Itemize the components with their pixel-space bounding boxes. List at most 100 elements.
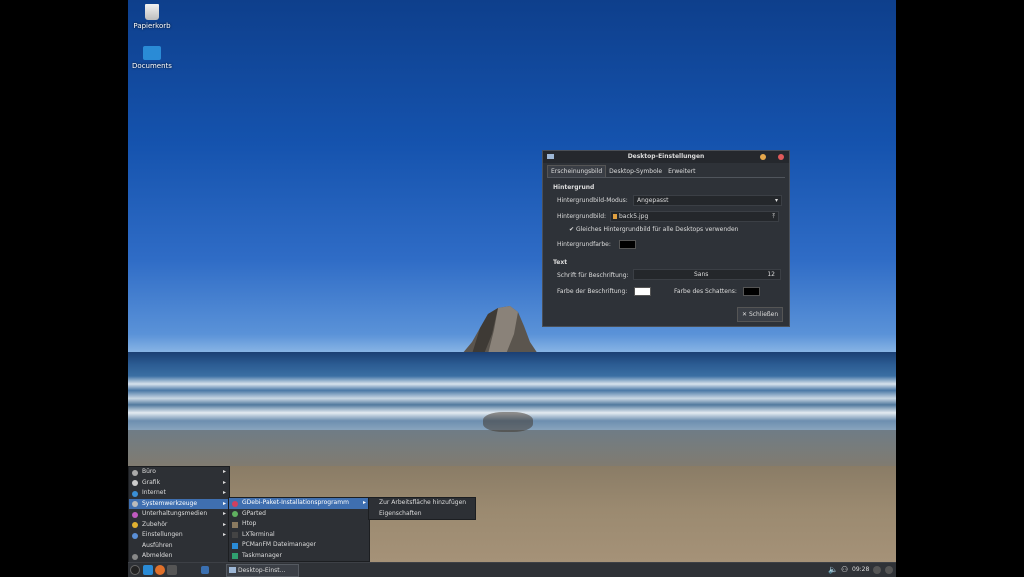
menu-item-label: PCManFM Dateimanager — [242, 541, 316, 548]
menu-item-gparted[interactable]: GParted — [229, 509, 369, 520]
accessories-icon — [132, 522, 138, 528]
chevron-right-icon: ▸ — [222, 520, 226, 528]
trash-icon — [145, 4, 159, 20]
taskbar: Desktop-Einst... 🔈 ⚇ 09:28 — [128, 562, 896, 577]
chevron-right-icon: ▸ — [222, 499, 226, 507]
close-button[interactable]: ✕ Schließen — [737, 307, 784, 322]
menu-item-label: Zubehör — [142, 520, 168, 528]
chevron-right-icon: ▸ — [222, 510, 226, 517]
upload-icon[interactable]: ⤒ — [772, 212, 775, 221]
logout-icon — [132, 553, 138, 560]
menu-item-accessories[interactable]: Zubehör ▸ — [129, 520, 229, 531]
desktop-icon-documents[interactable]: Documents — [128, 46, 182, 70]
dialog-tabs: Erscheinungsbild Desktop-Symbole Erweitert — [547, 165, 698, 177]
menu-item-lxterminal[interactable]: LXTerminal — [229, 530, 369, 541]
menu-item-logout[interactable]: Abmelden — [129, 551, 229, 562]
mode-dropdown[interactable]: Angepasst ▾ — [633, 195, 782, 206]
shadow-color-button[interactable] — [743, 287, 760, 296]
terminal-icon[interactable] — [167, 565, 177, 575]
sea-stack-rock — [462, 306, 538, 354]
bg-color-label: Hintergrundfarbe: — [557, 241, 611, 248]
settings-icon — [132, 532, 138, 539]
chevron-right-icon: ▸ — [222, 489, 226, 496]
shadow-color-label: Farbe des Schattens: — [674, 288, 737, 295]
chevron-right-icon: ▸ — [222, 531, 226, 538]
mode-label: Hintergrundbild-Modus: — [557, 197, 628, 204]
chevron-down-icon: ▾ — [774, 197, 778, 204]
menu-item-add-to-desktop[interactable]: Zur Arbeitsfläche hinzufügen — [369, 498, 475, 509]
menu-item-label: LXTerminal — [242, 530, 275, 538]
chevron-right-icon: ▸ — [222, 468, 226, 475]
desktop-icon-trash[interactable]: Papierkorb — [128, 4, 182, 30]
section-background-heading: Hintergrund — [553, 184, 595, 191]
file-manager-icon[interactable] — [143, 565, 153, 575]
bg-color-button[interactable] — [619, 240, 636, 249]
network-icon[interactable]: ⚇ — [841, 563, 848, 577]
menu-item-label: Grafik — [142, 478, 161, 486]
firefox-icon[interactable] — [155, 565, 165, 575]
image-label: Hintergrundbild: — [557, 213, 607, 220]
gparted-icon — [232, 511, 238, 517]
menu-item-label: Systemwerkzeuge — [142, 499, 198, 507]
taskbar-window-button[interactable]: Desktop-Einst... — [226, 564, 299, 577]
tab-desktop-icons[interactable]: Desktop-Symbole — [606, 166, 665, 177]
menu-item-settings[interactable]: Einstellungen ▸ — [129, 530, 229, 541]
close-button-label: Schließen — [748, 311, 779, 318]
menu-item-graphics[interactable]: Grafik ▸ — [129, 478, 229, 489]
menu-item-internet[interactable]: Internet ▸ — [129, 488, 229, 499]
power-icon[interactable] — [885, 566, 893, 574]
window-icon — [229, 567, 236, 573]
section-text-heading: Text — [553, 259, 568, 266]
folder-icon — [143, 46, 161, 60]
menu-item-label: Unterhaltungsmedien — [142, 510, 208, 517]
rock-reflection — [483, 412, 533, 432]
image-file-field[interactable]: back5.jpg ⤒ — [610, 211, 779, 222]
minimize-icon[interactable] — [760, 154, 766, 160]
checkmark-icon: ✔ — [569, 226, 575, 233]
menu-item-properties[interactable]: Eigenschaften — [369, 509, 475, 520]
start-menu: Büro ▸ Grafik ▸ Internet ▸ Systemwerkzeuge ▸… — [128, 466, 230, 563]
office-icon — [132, 469, 138, 476]
dialog-titlebar[interactable]: Desktop-Einstellungen — [543, 151, 789, 163]
menu-item-label: Taskmanager — [242, 551, 282, 559]
menu-item-system-tools[interactable]: Systemwerkzeuge ▸ — [129, 498, 229, 509]
close-icon[interactable] — [778, 154, 784, 160]
folder-icon — [232, 542, 238, 549]
label-color-button[interactable] — [634, 287, 651, 296]
htop-icon — [232, 521, 238, 528]
menu-item-gdebi[interactable]: GDebi-Paket-Installationsprogramm ▸ — [229, 498, 369, 509]
font-size: 12 — [767, 271, 775, 278]
multimedia-icon — [132, 511, 138, 518]
menu-item-taskmanager[interactable]: Taskmanager — [229, 551, 369, 562]
font-label: Schrift für Beschriftung: — [557, 272, 629, 279]
clock[interactable]: 09:28 — [852, 563, 869, 577]
same-image-checkbox[interactable]: ✔ Gleiches Hintergrundbild für alle Desk… — [569, 226, 738, 233]
menu-item-run[interactable]: Ausführen — [129, 541, 229, 552]
item-context-menu: Zur Arbeitsfläche hinzufügen Eigenschaft… — [368, 497, 476, 520]
dialog-title: Desktop-Einstellungen — [627, 153, 705, 160]
label-color-label: Farbe der Beschriftung: — [557, 288, 628, 295]
tab-appearance[interactable]: Erscheinungsbild — [547, 165, 607, 177]
desktop-icon-label: Documents — [132, 62, 172, 70]
font-button[interactable]: Sans 12 — [633, 269, 781, 280]
desktop-icon-label: Papierkorb — [133, 22, 171, 30]
menu-item-multimedia[interactable]: Unterhaltungsmedien ▸ — [129, 509, 229, 520]
menu-item-pcmanfm[interactable]: PCManFM Dateimanager — [229, 540, 369, 551]
same-image-label: Gleiches Hintergrundbild für alle Deskto… — [575, 226, 739, 233]
menu-item-htop[interactable]: Htop — [229, 519, 369, 530]
gdebi-icon — [232, 500, 238, 507]
menu-item-label: GDebi-Paket-Installationsprogramm — [242, 499, 349, 506]
menu-item-office[interactable]: Büro ▸ — [129, 467, 229, 478]
wet-sand — [128, 430, 896, 470]
volume-icon[interactable]: 🔈 — [828, 563, 838, 577]
system-tools-submenu: GDebi-Paket-Installationsprogramm ▸ GPart… — [228, 497, 370, 562]
mode-value: Angepasst — [637, 197, 669, 204]
lock-icon[interactable] — [873, 566, 881, 574]
menu-item-label: Büro — [142, 468, 156, 475]
tab-advanced[interactable]: Erweitert — [665, 166, 698, 177]
chevron-right-icon: ▸ — [362, 499, 366, 506]
appearance-panel: Hintergrund Hintergrundbild-Modus: Angep… — [547, 177, 785, 308]
start-menu-icon[interactable] — [130, 565, 140, 575]
graphics-icon — [132, 480, 138, 486]
desktop-switcher-icon[interactable] — [201, 566, 209, 574]
